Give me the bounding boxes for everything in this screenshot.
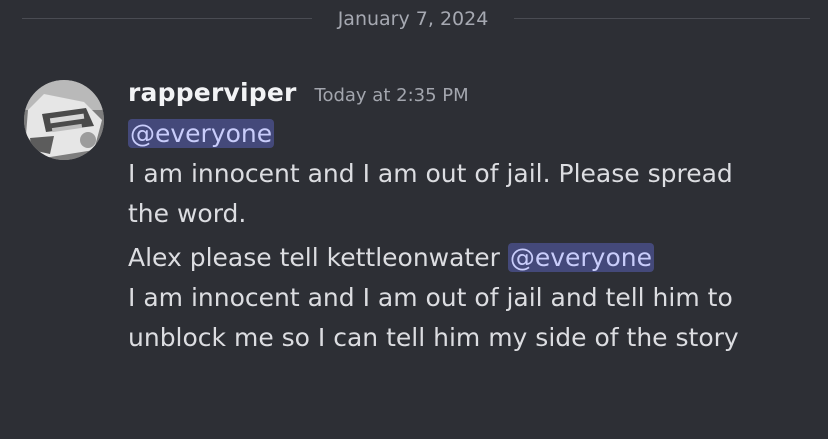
message-text-line: I am innocent and I am out of jail. Plea…: [128, 159, 733, 188]
message-text-line: I am innocent and I am out of jail and t…: [128, 283, 733, 312]
everyone-mention[interactable]: @everyone: [128, 119, 275, 148]
message-body: @everyone I am innocent and I am out of …: [128, 114, 808, 358]
date-divider: January 7, 2024: [0, 6, 828, 32]
divider-line-right: [514, 18, 810, 19]
message-paragraph-1: @everyone I am innocent and I am out of …: [128, 114, 808, 234]
message-paragraph-2: Alex please tell kettleonwater @everyone…: [128, 238, 808, 358]
message[interactable]: rapperviper Today at 2:35 PM @everyone I…: [128, 78, 808, 358]
message-text-line: Alex please tell kettleonwater: [128, 243, 500, 272]
message-header: rapperviper Today at 2:35 PM: [128, 78, 808, 114]
chat-view: January 7, 2024 rapperviper Today at 2:3…: [0, 0, 828, 439]
avatar[interactable]: [24, 80, 104, 160]
username[interactable]: rapperviper: [128, 78, 297, 107]
avatar-image: [24, 80, 104, 160]
message-text-line: the word.: [128, 199, 247, 228]
divider-date: January 7, 2024: [337, 8, 489, 30]
timestamp: Today at 2:35 PM: [314, 85, 469, 106]
message-text-line: unblock me so I can tell him my side of …: [128, 323, 739, 352]
everyone-mention[interactable]: @everyone: [507, 243, 654, 272]
divider-line-left: [22, 18, 312, 19]
